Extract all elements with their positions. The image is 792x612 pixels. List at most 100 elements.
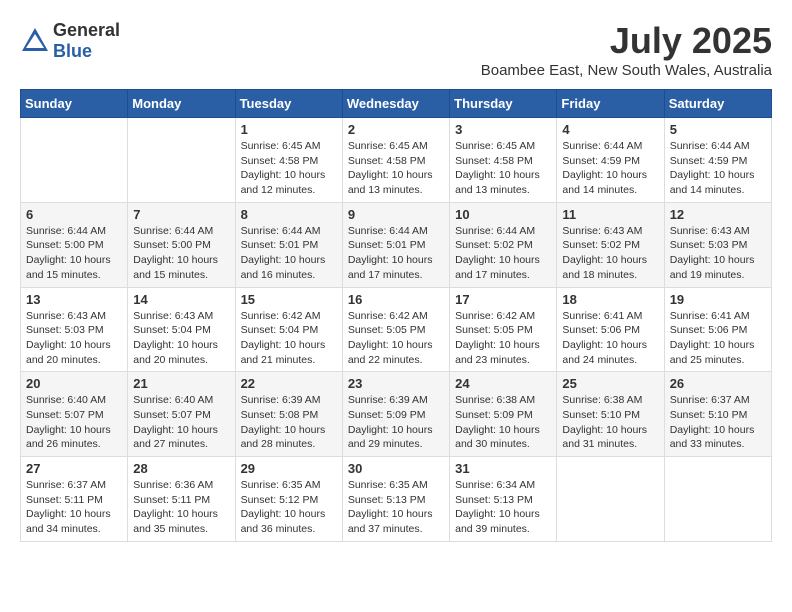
weekday-header-monday: Monday [128,90,235,118]
calendar-cell: 16Sunrise: 6:42 AM Sunset: 5:05 PM Dayli… [342,287,449,372]
day-info: Sunrise: 6:41 AM Sunset: 5:06 PM Dayligh… [562,309,658,368]
calendar-cell: 30 Sunrise: 6:35 AM Sunset: 5:13 PM Dayli… [342,457,449,542]
calendar-cell: 7 Sunrise: 6:44 AM Sunset: 5:00 PM Daylig… [128,202,235,287]
day-number: 19 [670,292,766,307]
weekday-header-sunday: Sunday [21,90,128,118]
day-number: 4 [562,122,658,137]
day-number: 12 [670,207,766,222]
day-number: 14 [133,292,229,307]
day-info: Sunrise: 6:43 AM Sunset: 5:04 PM Dayligh… [133,309,229,368]
day-info: Sunrise: 6:36 AM Sunset: 5:11 PM Dayligh… [133,478,229,537]
logo-text-blue: Blue [53,41,92,61]
calendar-cell: 12 Sunrise: 6:43 AM Sunset: 5:03 PM Dayli… [664,202,771,287]
calendar-week-row: 27 Sunrise: 6:37 AM Sunset: 5:11 PM Dayli… [21,457,772,542]
day-info: Sunrise: 6:42 AM Sunset: 5:05 PM Dayligh… [348,309,444,368]
day-info: Sunrise: 6:44 AM Sunset: 4:59 PM Dayligh… [562,139,658,198]
calendar-week-row: 20 Sunrise: 6:40 AM Sunset: 5:07 PM Dayli… [21,372,772,457]
day-info: Sunrise: 6:44 AM Sunset: 4:59 PM Dayligh… [670,139,766,198]
calendar-cell: 14 Sunrise: 6:43 AM Sunset: 5:04 PM Dayli… [128,287,235,372]
day-info: Sunrise: 6:40 AM Sunset: 5:07 PM Dayligh… [26,393,122,452]
calendar-cell: 23 Sunrise: 6:39 AM Sunset: 5:09 PM Dayli… [342,372,449,457]
calendar-cell: 28 Sunrise: 6:36 AM Sunset: 5:11 PM Dayli… [128,457,235,542]
day-number: 10 [455,207,551,222]
day-info: Sunrise: 6:45 AM Sunset: 4:58 PM Dayligh… [455,139,551,198]
day-info: Sunrise: 6:39 AM Sunset: 5:08 PM Dayligh… [241,393,337,452]
calendar-cell: 24 Sunrise: 6:38 AM Sunset: 5:09 PM Dayli… [450,372,557,457]
day-number: 6 [26,207,122,222]
day-info: Sunrise: 6:40 AM Sunset: 5:07 PM Dayligh… [133,393,229,452]
day-info: Sunrise: 6:41 AM Sunset: 5:06 PM Dayligh… [670,309,766,368]
calendar-cell: 9 Sunrise: 6:44 AM Sunset: 5:01 PM Daylig… [342,202,449,287]
calendar-cell: 19 Sunrise: 6:41 AM Sunset: 5:06 PM Dayli… [664,287,771,372]
calendar-cell: 22Sunrise: 6:39 AM Sunset: 5:08 PM Dayli… [235,372,342,457]
day-number: 8 [241,207,337,222]
location-subtitle: Boambee East, New South Wales, Australia [481,62,772,79]
day-info: Sunrise: 6:44 AM Sunset: 5:00 PM Dayligh… [133,224,229,283]
day-number: 23 [348,376,444,391]
day-number: 18 [562,292,658,307]
day-info: Sunrise: 6:42 AM Sunset: 5:05 PM Dayligh… [455,309,551,368]
calendar-cell: 25 Sunrise: 6:38 AM Sunset: 5:10 PM Dayli… [557,372,664,457]
day-number: 28 [133,461,229,476]
day-info: Sunrise: 6:38 AM Sunset: 5:10 PM Dayligh… [562,393,658,452]
day-number: 29 [241,461,337,476]
day-number: 1 [241,122,337,137]
day-number: 20 [26,376,122,391]
day-info: Sunrise: 6:45 AM Sunset: 4:58 PM Dayligh… [241,139,337,198]
day-number: 2 [348,122,444,137]
day-info: Sunrise: 6:42 AM Sunset: 5:04 PM Dayligh… [241,309,337,368]
calendar-cell: 5Sunrise: 6:44 AM Sunset: 4:59 PM Daylig… [664,118,771,203]
day-number: 9 [348,207,444,222]
calendar-cell: 31 Sunrise: 6:34 AM Sunset: 5:13 PM Dayli… [450,457,557,542]
calendar-week-row: 13Sunrise: 6:43 AM Sunset: 5:03 PM Dayli… [21,287,772,372]
calendar-cell: 6 Sunrise: 6:44 AM Sunset: 5:00 PM Daylig… [21,202,128,287]
calendar-cell [21,118,128,203]
calendar-cell: 26Sunrise: 6:37 AM Sunset: 5:10 PM Dayli… [664,372,771,457]
page-header: General Blue July 2025 Boambee East, New… [20,20,772,79]
calendar-cell: 29Sunrise: 6:35 AM Sunset: 5:12 PM Dayli… [235,457,342,542]
day-info: Sunrise: 6:35 AM Sunset: 5:13 PM Dayligh… [348,478,444,537]
calendar-cell: 2 Sunrise: 6:45 AM Sunset: 4:58 PM Daylig… [342,118,449,203]
calendar-cell: 10 Sunrise: 6:44 AM Sunset: 5:02 PM Dayli… [450,202,557,287]
day-info: Sunrise: 6:44 AM Sunset: 5:01 PM Dayligh… [348,224,444,283]
day-number: 17 [455,292,551,307]
weekday-header-tuesday: Tuesday [235,90,342,118]
day-info: Sunrise: 6:43 AM Sunset: 5:03 PM Dayligh… [670,224,766,283]
day-info: Sunrise: 6:37 AM Sunset: 5:11 PM Dayligh… [26,478,122,537]
day-number: 7 [133,207,229,222]
day-info: Sunrise: 6:37 AM Sunset: 5:10 PM Dayligh… [670,393,766,452]
day-number: 30 [348,461,444,476]
weekday-header-wednesday: Wednesday [342,90,449,118]
day-info: Sunrise: 6:43 AM Sunset: 5:03 PM Dayligh… [26,309,122,368]
logo-text-general: General [53,20,120,40]
day-number: 27 [26,461,122,476]
day-info: Sunrise: 6:44 AM Sunset: 5:00 PM Dayligh… [26,224,122,283]
logo-icon [20,26,50,56]
calendar-cell: 17 Sunrise: 6:42 AM Sunset: 5:05 PM Dayli… [450,287,557,372]
day-number: 25 [562,376,658,391]
calendar-cell: 1 Sunrise: 6:45 AM Sunset: 4:58 PM Daylig… [235,118,342,203]
weekday-header-friday: Friday [557,90,664,118]
day-number: 24 [455,376,551,391]
day-info: Sunrise: 6:34 AM Sunset: 5:13 PM Dayligh… [455,478,551,537]
day-info: Sunrise: 6:44 AM Sunset: 5:02 PM Dayligh… [455,224,551,283]
day-info: Sunrise: 6:39 AM Sunset: 5:09 PM Dayligh… [348,393,444,452]
day-info: Sunrise: 6:38 AM Sunset: 5:09 PM Dayligh… [455,393,551,452]
weekday-header-saturday: Saturday [664,90,771,118]
day-number: 15 [241,292,337,307]
calendar-header-row: SundayMondayTuesdayWednesdayThursdayFrid… [21,90,772,118]
calendar-cell: 13Sunrise: 6:43 AM Sunset: 5:03 PM Dayli… [21,287,128,372]
calendar-table: SundayMondayTuesdayWednesdayThursdayFrid… [20,89,772,542]
day-info: Sunrise: 6:45 AM Sunset: 4:58 PM Dayligh… [348,139,444,198]
calendar-cell [557,457,664,542]
calendar-cell: 21 Sunrise: 6:40 AM Sunset: 5:07 PM Dayli… [128,372,235,457]
calendar-cell: 3Sunrise: 6:45 AM Sunset: 4:58 PM Daylig… [450,118,557,203]
day-number: 21 [133,376,229,391]
calendar-cell: 15 Sunrise: 6:42 AM Sunset: 5:04 PM Dayli… [235,287,342,372]
day-number: 31 [455,461,551,476]
calendar-week-row: 6 Sunrise: 6:44 AM Sunset: 5:00 PM Daylig… [21,202,772,287]
day-info: Sunrise: 6:44 AM Sunset: 5:01 PM Dayligh… [241,224,337,283]
day-number: 11 [562,207,658,222]
calendar-cell: 18 Sunrise: 6:41 AM Sunset: 5:06 PM Dayli… [557,287,664,372]
calendar-week-row: 1 Sunrise: 6:45 AM Sunset: 4:58 PM Daylig… [21,118,772,203]
